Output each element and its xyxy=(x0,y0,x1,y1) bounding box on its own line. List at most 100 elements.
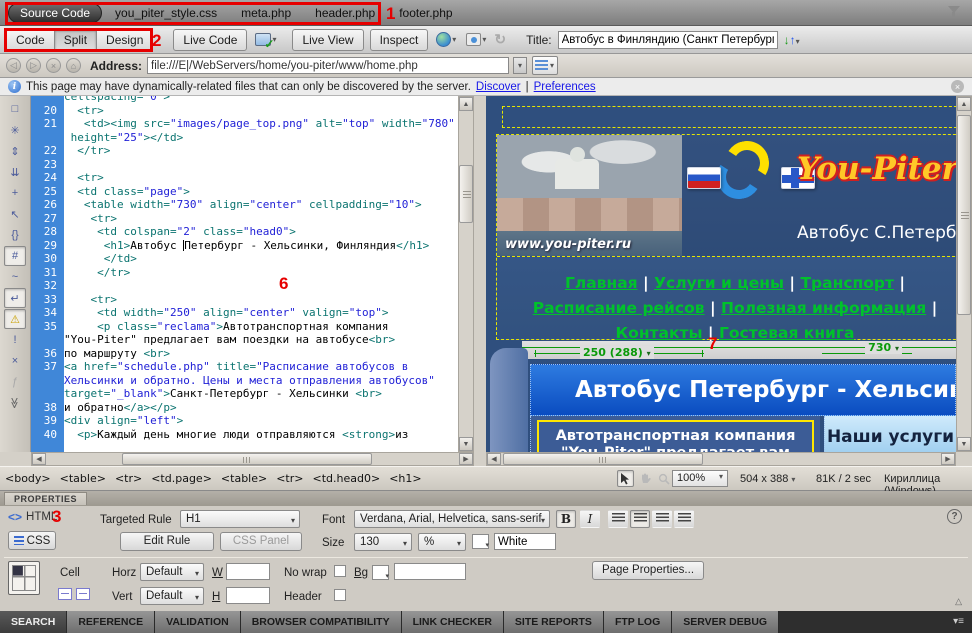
title-input[interactable] xyxy=(558,31,778,49)
code-navigator-icon[interactable]: ✳ xyxy=(4,120,26,140)
panel-tab[interactable]: REFERENCE xyxy=(67,611,155,633)
format-source-icon[interactable]: ƒ xyxy=(4,372,26,392)
bg-color-field[interactable] xyxy=(394,563,466,580)
no-wrap-checkbox[interactable] xyxy=(334,565,346,577)
size-unit-dropdown[interactable]: %▾ xyxy=(418,533,466,551)
check-browser-compatibility-icon[interactable]: ✓▾ xyxy=(255,33,276,46)
scroll-left-icon[interactable]: ◀ xyxy=(32,453,46,465)
nav-link[interactable]: Главная xyxy=(565,274,638,292)
properties-tab[interactable]: PROPERTIES xyxy=(4,492,87,505)
collapse-full-tag-icon[interactable]: ⇕ xyxy=(4,141,26,161)
design-scroll-thumb[interactable] xyxy=(957,115,971,315)
align-left-button[interactable] xyxy=(608,510,628,528)
nav-link[interactable]: Расписание рейсов xyxy=(533,299,705,317)
html-mode-button[interactable]: <>HTML xyxy=(8,510,57,524)
align-right-button[interactable] xyxy=(652,510,672,528)
nav-link[interactable]: Контакты xyxy=(616,324,703,342)
code-view-button[interactable]: Code xyxy=(6,29,55,51)
tag-selector-item[interactable]: <tr> xyxy=(115,472,142,485)
address-dropdown-icon[interactable]: ▾ xyxy=(513,57,527,74)
discover-link[interactable]: Discover xyxy=(476,81,521,93)
syntax-error-alerts-icon[interactable]: ⚠ xyxy=(4,309,26,329)
design-hscroll-thumb[interactable] xyxy=(503,453,703,465)
design-view[interactable]: www.you-piter.ru You-Piter Автобус С.Пет… xyxy=(486,96,956,452)
cell-width-field[interactable] xyxy=(226,563,270,580)
cell-height-field[interactable] xyxy=(226,587,270,604)
font-dropdown[interactable]: Verdana, Arial, Helvetica, sans-serif▾ xyxy=(354,510,550,528)
live-code-button[interactable]: Live Code xyxy=(173,29,247,51)
scroll-up-icon[interactable]: ▲ xyxy=(957,97,971,111)
scroll-left-icon[interactable]: ◀ xyxy=(487,453,501,465)
inspect-button[interactable]: Inspect xyxy=(370,29,429,51)
panel-tab[interactable]: LINK CHECKER xyxy=(402,611,504,633)
tag-selector-item[interactable]: <table> xyxy=(221,472,267,485)
select-tool-icon[interactable] xyxy=(617,470,634,487)
word-wrap-icon[interactable]: ↵ xyxy=(4,288,26,308)
window-size-dropdown[interactable]: 504 x 388 ▾ xyxy=(740,473,795,485)
css-panel-button[interactable]: CSS Panel xyxy=(220,532,302,551)
reclama-cell[interactable]: Автотранспортная компания "You-Piter" пр… xyxy=(530,416,820,452)
zoom-level-dropdown[interactable]: 100%▾ xyxy=(672,470,728,487)
back-icon[interactable]: ◁ xyxy=(6,58,21,73)
open-documents-icon[interactable]: □ xyxy=(4,99,26,119)
refresh-icon[interactable]: ↻ xyxy=(494,31,506,48)
design-horizontal-scrollbar[interactable]: ◀ ▶ xyxy=(486,452,956,466)
file-transfer-icon[interactable]: ↓↑▾ xyxy=(784,33,800,47)
help-icon[interactable]: ? xyxy=(947,509,962,524)
align-justify-button[interactable] xyxy=(674,510,694,528)
page-heading-banner[interactable]: Автобус Петербург - Хельсинки xyxy=(530,364,956,416)
tag-selector-item[interactable]: <h1> xyxy=(389,472,421,485)
vert-dropdown[interactable]: Default▾ xyxy=(140,587,204,605)
header-checkbox[interactable] xyxy=(334,589,346,601)
tag-selector-item[interactable]: <td.page> xyxy=(151,472,212,485)
edit-rule-button[interactable]: Edit Rule xyxy=(120,532,214,551)
more-options-icon[interactable]: ≫ xyxy=(5,392,25,414)
bg-color-swatch[interactable]: ▾ xyxy=(372,565,389,580)
zoom-tool-icon[interactable] xyxy=(655,470,672,487)
line-numbers-icon[interactable]: # xyxy=(4,246,26,266)
css-mode-button[interactable]: CSS xyxy=(8,531,56,550)
panel-tab[interactable]: FTP LOG xyxy=(604,611,672,633)
nav-link[interactable]: Услуги и цены xyxy=(654,274,784,292)
tag-selector-item[interactable]: <tr> xyxy=(276,472,303,485)
code-scroll-thumb[interactable] xyxy=(459,165,473,223)
nav-link[interactable]: Полезная информация xyxy=(721,299,926,317)
select-parent-tag-icon[interactable]: ↖ xyxy=(4,204,26,224)
italic-button[interactable]: I xyxy=(580,510,600,528)
address-input[interactable] xyxy=(147,57,509,74)
source-code-tab[interactable]: Source Code xyxy=(8,3,102,23)
visual-aids-icon[interactable]: ▾ xyxy=(466,33,486,46)
remove-comment-icon[interactable]: × xyxy=(4,351,26,371)
table-width-label[interactable]: 730 ▾ xyxy=(865,341,902,354)
panel-tab[interactable]: SERVER DEBUG xyxy=(672,611,779,633)
size-dropdown[interactable]: 130▾ xyxy=(354,533,412,551)
code-hscroll-thumb[interactable] xyxy=(122,453,372,465)
horz-dropdown[interactable]: Default▾ xyxy=(140,563,204,581)
file-tab[interactable]: meta.php xyxy=(230,4,302,22)
stop-icon[interactable]: × xyxy=(46,58,61,73)
tag-selector-item[interactable]: <td.head0> xyxy=(313,472,381,485)
code-vertical-scrollbar[interactable]: ▲ ▼ xyxy=(458,96,474,452)
hand-tool-icon[interactable] xyxy=(636,470,653,487)
bold-button[interactable]: B xyxy=(556,510,576,528)
highlight-invalid-code-icon[interactable]: ~ xyxy=(4,267,26,287)
preview-in-browser-icon[interactable]: ▾ xyxy=(436,32,456,47)
scroll-down-icon[interactable]: ▼ xyxy=(957,437,971,451)
scroll-up-icon[interactable]: ▲ xyxy=(459,97,473,111)
targeted-rule-dropdown[interactable]: H1▾ xyxy=(180,510,300,528)
text-color-field[interactable] xyxy=(494,533,556,550)
page-properties-button[interactable]: Page Properties... xyxy=(592,561,704,580)
scroll-down-icon[interactable]: ▼ xyxy=(459,437,473,451)
balance-braces-icon[interactable]: {} xyxy=(4,225,26,245)
file-tab[interactable]: footer.php xyxy=(388,4,463,22)
text-color-swatch[interactable]: ▾ xyxy=(472,534,489,549)
merge-cells-icon[interactable] xyxy=(58,588,72,600)
panel-tab[interactable]: SEARCH xyxy=(0,611,67,633)
design-vertical-scrollbar[interactable]: ▲ ▼ xyxy=(956,96,972,452)
nav-link[interactable]: Транспорт xyxy=(800,274,893,292)
panel-tab[interactable]: BROWSER COMPATIBILITY xyxy=(241,611,402,633)
column-width-label[interactable]: 250 (288) ▾ xyxy=(580,346,654,359)
site-header-image[interactable]: www.you-piter.ru You-Piter Автобус С.Пет… xyxy=(497,135,956,257)
apply-comment-icon[interactable]: ! xyxy=(4,330,26,350)
align-center-button[interactable] xyxy=(630,510,650,528)
